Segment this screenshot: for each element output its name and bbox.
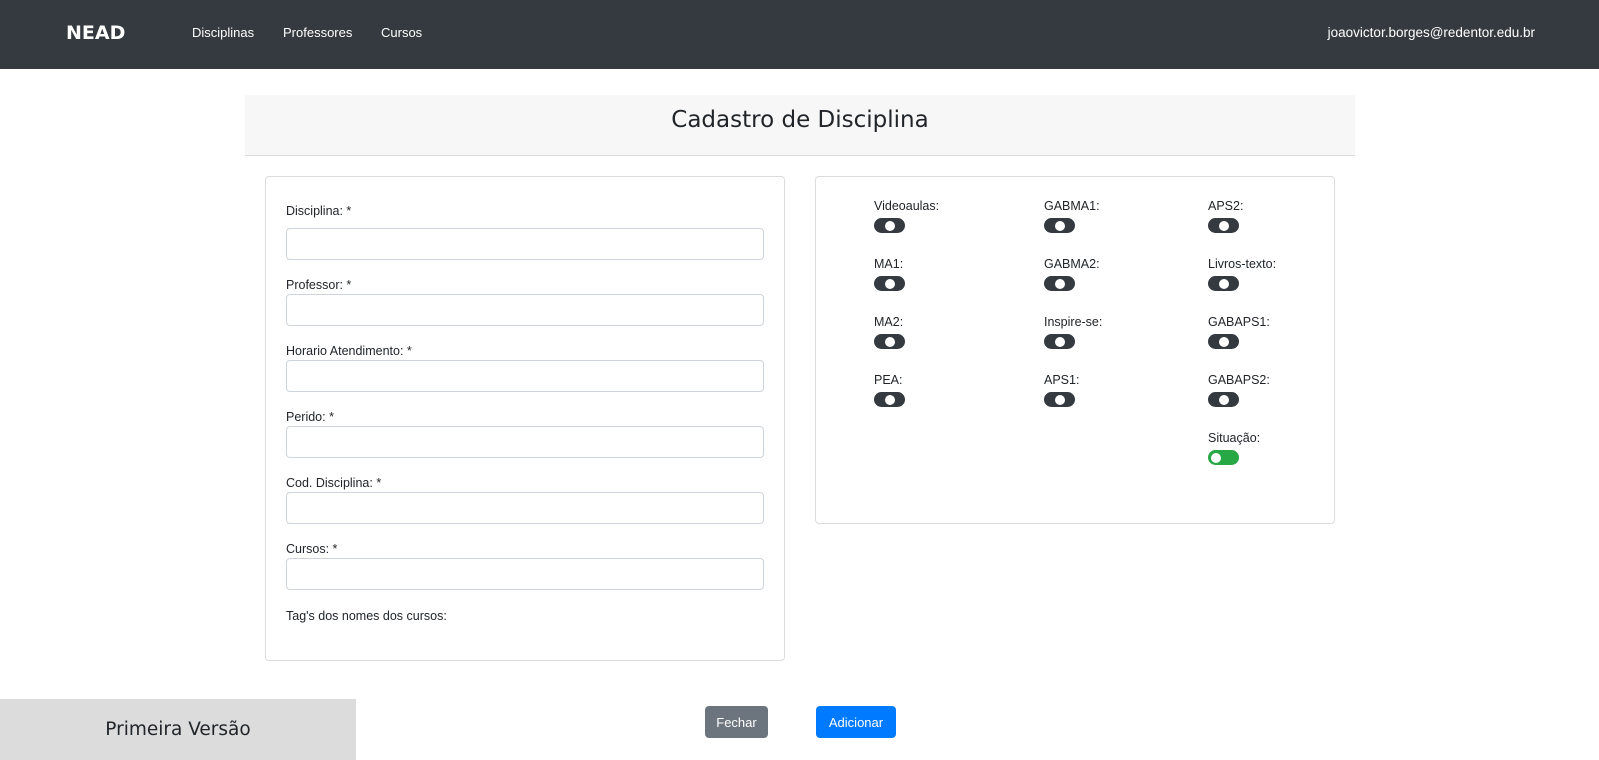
ma2-switch[interactable]	[874, 334, 905, 349]
periodo-label: Perido: *	[286, 410, 334, 424]
switch-knob	[885, 221, 895, 231]
aps2-switch[interactable]	[1208, 218, 1239, 233]
discipline-form-panel: Disciplina: * Professor: * Horario Atend…	[265, 176, 785, 661]
toggle-label: GABMA1:	[1044, 199, 1100, 213]
toggle-gabma2: GABMA2:	[1044, 257, 1100, 291]
toggle-label: MA2:	[874, 315, 904, 329]
toggle-gabaps2: GABAPS2:	[1208, 373, 1270, 407]
gabma1-switch[interactable]	[1044, 218, 1075, 233]
page-title: Cadastro de Disciplina	[671, 107, 929, 133]
switch-knob	[885, 337, 895, 347]
switch-knob	[1055, 221, 1065, 231]
switch-knob	[1219, 279, 1229, 289]
toggle-label: Inspire-se:	[1044, 315, 1103, 329]
toggle-aps2: APS2:	[1208, 199, 1243, 233]
nav-link-disciplinas[interactable]: Disciplinas	[192, 25, 254, 40]
switch-knob	[1055, 279, 1065, 289]
switch-knob	[1055, 337, 1065, 347]
nav-link-professores[interactable]: Professores	[283, 25, 352, 40]
toggle-label: Livros-texto:	[1208, 257, 1277, 271]
toggle-label: APS1:	[1044, 373, 1080, 387]
gabaps2-switch[interactable]	[1208, 392, 1239, 407]
switch-knob	[1219, 395, 1229, 405]
horario-atendimento-input[interactable]	[286, 360, 764, 392]
cod-disciplina-input[interactable]	[286, 492, 764, 524]
switch-knob	[885, 395, 895, 405]
inspire-se-switch[interactable]	[1044, 334, 1075, 349]
form-header: Cadastro de Disciplina	[245, 95, 1355, 156]
cursos-label: Cursos: *	[286, 542, 338, 556]
switch-knob	[1055, 395, 1065, 405]
livros-texto-switch[interactable]	[1208, 276, 1239, 291]
gabma2-switch[interactable]	[1044, 276, 1075, 291]
nav-link-cursos[interactable]: Cursos	[381, 25, 422, 40]
version-banner: Primeira Versão	[0, 699, 356, 760]
disciplina-label: Disciplina: *	[286, 204, 352, 218]
toggle-label: Situação:	[1208, 431, 1261, 445]
situacao-switch[interactable]	[1208, 450, 1239, 465]
toggle-aps1: APS1:	[1044, 373, 1079, 407]
toggle-ma2: MA2:	[874, 315, 905, 349]
toggle-videoaulas: Videoaulas:	[874, 199, 939, 233]
switch-knob	[885, 279, 895, 289]
aps1-switch[interactable]	[1044, 392, 1075, 407]
toggle-gabma1: GABMA1:	[1044, 199, 1100, 233]
user-email[interactable]: joaovictor.borges@redentor.edu.br	[1328, 25, 1535, 40]
close-button[interactable]: Fechar	[705, 706, 768, 738]
videoaulas-switch[interactable]	[874, 218, 905, 233]
switch-knob	[1219, 221, 1229, 231]
toggle-livros-texto: Livros-texto:	[1208, 257, 1276, 291]
toggle-inspire-se: Inspire-se:	[1044, 315, 1102, 349]
gabaps1-switch[interactable]	[1208, 334, 1239, 349]
disciplina-input[interactable]	[286, 228, 764, 260]
switch-knob	[1219, 337, 1229, 347]
cod-disciplina-label: Cod. Disciplina: *	[286, 476, 382, 490]
pea-switch[interactable]	[874, 392, 905, 407]
resources-toggle-panel: Videoaulas: GABMA1: APS2: MA1: GABMA2: L…	[815, 176, 1335, 524]
add-button[interactable]: Adicionar	[816, 706, 896, 738]
course-tags-label: Tag's dos nomes dos cursos:	[286, 609, 447, 623]
toggle-label: Videoaulas:	[874, 199, 940, 213]
professor-input[interactable]	[286, 294, 764, 326]
toggle-pea: PEA:	[874, 373, 905, 407]
horario-atendimento-label: Horario Atendimento: *	[286, 344, 412, 358]
toggle-label: GABAPS1:	[1208, 315, 1270, 329]
brand-logo[interactable]: NEAD	[66, 22, 125, 44]
top-navbar: NEAD Disciplinas Professores Cursos joao…	[0, 0, 1599, 69]
professor-label: Professor: *	[286, 278, 352, 292]
toggle-label: APS2:	[1208, 199, 1244, 213]
toggle-gabaps1: GABAPS1:	[1208, 315, 1270, 349]
switch-knob	[1211, 453, 1221, 463]
toggle-label: PEA:	[874, 373, 903, 387]
version-label: Primeira Versão	[105, 719, 251, 740]
toggle-label: GABMA2:	[1044, 257, 1100, 271]
toggle-label: MA1:	[874, 257, 904, 271]
toggle-ma1: MA1:	[874, 257, 905, 291]
ma1-switch[interactable]	[874, 276, 905, 291]
toggle-situacao: Situação:	[1208, 431, 1260, 465]
toggle-label: GABAPS2:	[1208, 373, 1270, 387]
cursos-input[interactable]	[286, 558, 764, 590]
periodo-input[interactable]	[286, 426, 764, 458]
